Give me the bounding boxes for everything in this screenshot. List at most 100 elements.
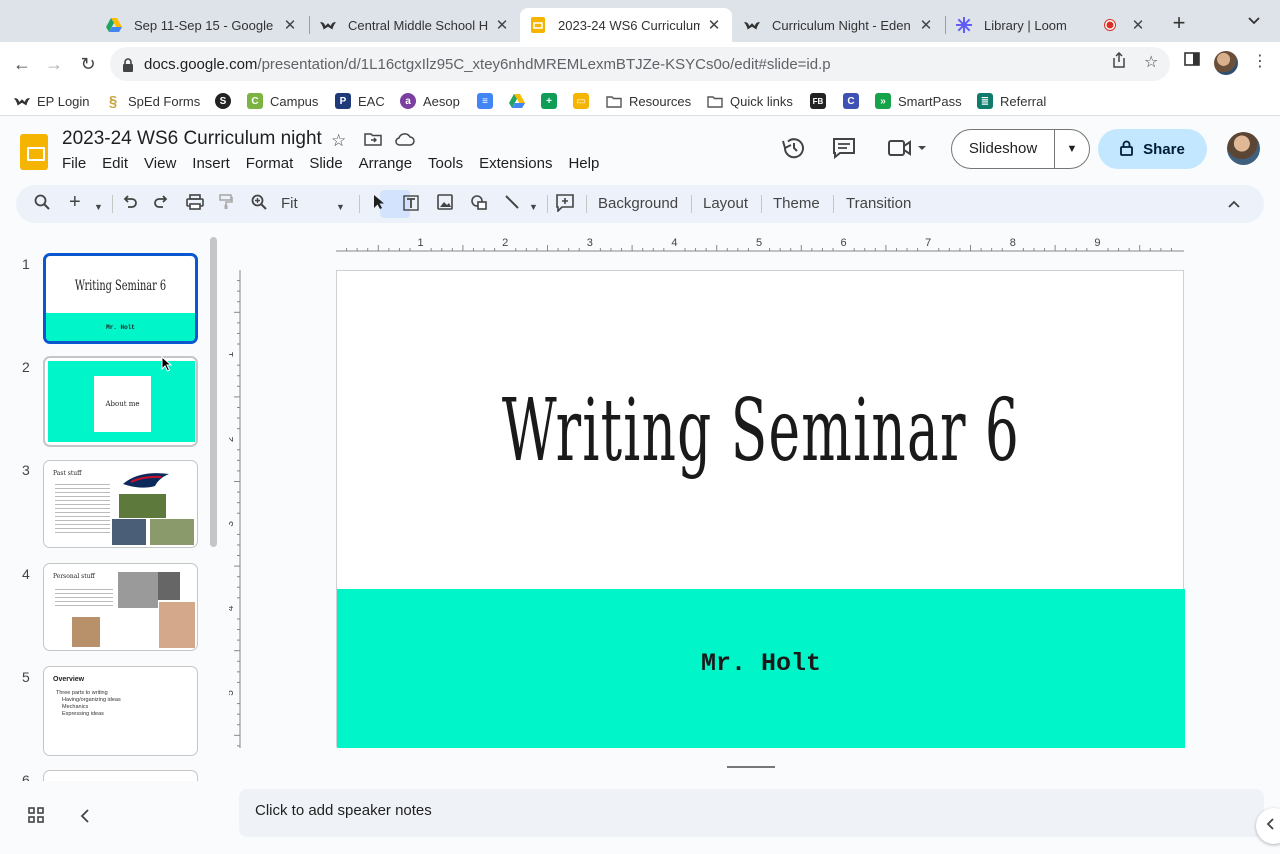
comments-icon[interactable] xyxy=(832,137,856,165)
transition-button[interactable]: Transition xyxy=(846,195,911,212)
print-icon[interactable] xyxy=(186,194,204,216)
ruler-label: 3 xyxy=(229,521,236,527)
google-docs-icon: ≡ xyxy=(477,93,493,109)
menu-tools[interactable]: Tools xyxy=(428,155,463,172)
bookmark-star-icon[interactable]: ☆ xyxy=(1144,52,1158,72)
image-icon[interactable] xyxy=(437,194,453,216)
chevron-down-icon[interactable]: ▼ xyxy=(529,197,538,217)
more-vert-icon[interactable]: ⋮ xyxy=(1252,51,1268,71)
menu-view[interactable]: View xyxy=(144,155,176,172)
new-tab-button[interactable]: + xyxy=(1168,12,1190,34)
share-button[interactable]: Share xyxy=(1098,129,1207,169)
side-panel-toggle[interactable] xyxy=(1256,808,1280,844)
bookmark-sped-forms[interactable]: § SpEd Forms xyxy=(105,90,200,112)
share-page-icon[interactable] xyxy=(1112,51,1126,73)
bookmark-google-drive[interactable] xyxy=(509,90,532,112)
side-panel-icon[interactable] xyxy=(1184,52,1200,71)
notes-resize-handle[interactable] xyxy=(727,766,775,768)
editing-toolbar: + ▼ Fit ▼ ▼ Background Layout Theme Tran… xyxy=(16,185,1264,223)
chevron-down-icon[interactable]: ▼ xyxy=(336,197,345,217)
chevron-down-icon[interactable]: ▼ xyxy=(1055,143,1089,155)
close-tab-icon[interactable]: ✕ xyxy=(282,16,298,34)
new-slide-icon[interactable]: + xyxy=(69,192,81,212)
browser-tab[interactable]: Library | Loom ✕ xyxy=(946,8,1156,42)
close-tab-icon[interactable]: ✕ xyxy=(918,16,934,34)
slideshow-button[interactable]: Slideshow ▼ xyxy=(951,129,1090,169)
browser-tab[interactable]: Sep 11-Sep 15 - Google D ✕ xyxy=(96,8,308,42)
document-title[interactable]: 2023-24 WS6 Curriculum night xyxy=(62,128,322,150)
bookmark-folder-quick-links[interactable]: Quick links xyxy=(707,90,793,112)
bookmark-smartpass[interactable]: » SmartPass xyxy=(875,90,962,112)
redo-icon[interactable] xyxy=(153,194,169,214)
reload-icon[interactable]: ↻ xyxy=(76,52,100,76)
undo-icon[interactable] xyxy=(122,194,138,214)
meet-camera-icon[interactable] xyxy=(887,137,927,165)
menu-arrange[interactable]: Arrange xyxy=(359,155,412,172)
text-box-icon[interactable] xyxy=(402,194,420,218)
chevron-up-icon[interactable] xyxy=(1228,194,1240,214)
version-history-icon[interactable] xyxy=(781,137,805,165)
bookmark-google-docs[interactable]: ≡ xyxy=(477,90,500,112)
slide-canvas[interactable]: Writing Seminar 6 Mr. Holt xyxy=(336,270,1185,748)
bookmark-google-sheets[interactable]: + xyxy=(541,90,564,112)
menu-slide[interactable]: Slide xyxy=(309,155,342,172)
layout-button[interactable]: Layout xyxy=(703,195,748,212)
menu-extensions[interactable]: Extensions xyxy=(479,155,552,172)
browser-tab-active[interactable]: 2023-24 WS6 Curriculum ✕ xyxy=(520,8,732,42)
bookmark-ep-login[interactable]: EP Login xyxy=(14,90,90,112)
browser-tab[interactable]: Central Middle School Ho ✕ xyxy=(310,8,520,42)
collapse-panel-icon[interactable] xyxy=(80,807,90,828)
slide-thumbnail-2[interactable]: About me xyxy=(43,356,198,447)
menu-file[interactable]: File xyxy=(62,155,86,172)
menu-insert[interactable]: Insert xyxy=(192,155,230,172)
bookmark-fb[interactable]: FB xyxy=(810,90,833,112)
browser-tab[interactable]: Curriculum Night - Eden F ✕ xyxy=(734,8,944,42)
slide-thumbnail-1[interactable]: Writing Seminar 6 Mr. Holt xyxy=(43,253,198,344)
grid-view-icon[interactable] xyxy=(28,807,44,828)
slide-subtitle[interactable]: Mr. Holt xyxy=(337,649,1185,678)
cloud-saved-icon[interactable] xyxy=(395,131,415,151)
filmstrip-scrollbar[interactable] xyxy=(210,237,217,547)
slide-thumbnail-5[interactable]: Overview Three parts to writing Having/o… xyxy=(43,666,198,756)
address-bar[interactable]: docs.google.com/presentation/d/1L16ctgxI… xyxy=(110,47,1170,81)
menu-help[interactable]: Help xyxy=(568,155,599,172)
paint-format-icon[interactable] xyxy=(219,194,233,216)
back-arrow-icon[interactable]: ← xyxy=(10,52,34,76)
bookmark-c[interactable]: C xyxy=(843,90,866,112)
close-tab-icon[interactable]: ✕ xyxy=(1130,16,1146,34)
bookmark-eac[interactable]: P EAC xyxy=(335,90,385,112)
chevron-down-icon[interactable]: ▼ xyxy=(94,197,103,217)
bookmark-referral[interactable]: ≣ Referral xyxy=(977,90,1046,112)
add-comment-icon[interactable] xyxy=(556,194,574,218)
close-tab-icon[interactable]: ✕ xyxy=(494,16,510,34)
toolbar-divider xyxy=(547,195,548,213)
shape-icon[interactable] xyxy=(470,194,488,216)
search-menus-icon[interactable] xyxy=(34,194,50,216)
slides-home-logo[interactable] xyxy=(20,134,48,170)
slide-thumbnail-4[interactable]: Personal stuff xyxy=(43,563,198,651)
chevron-down-icon[interactable] xyxy=(1248,14,1260,28)
forward-arrow-icon[interactable]: → xyxy=(42,52,66,76)
menu-edit[interactable]: Edit xyxy=(102,155,128,172)
bookmark-campus[interactable]: C Campus xyxy=(247,90,318,112)
account-avatar[interactable] xyxy=(1227,132,1260,165)
bookmark-google-slides[interactable]: ▭ xyxy=(573,90,596,112)
slide-thumbnail-6[interactable] xyxy=(43,770,198,781)
bookmark-aesop[interactable]: a Aesop xyxy=(400,90,460,112)
background-button[interactable]: Background xyxy=(598,195,678,212)
slide-thumbnail-3[interactable]: Past stuff xyxy=(43,460,198,548)
star-icon[interactable]: ☆ xyxy=(331,131,346,151)
profile-avatar[interactable] xyxy=(1214,51,1238,75)
close-tab-icon[interactable]: ✕ xyxy=(706,16,722,34)
zoom-icon[interactable] xyxy=(251,194,267,216)
theme-button[interactable]: Theme xyxy=(773,195,820,212)
move-folder-icon[interactable] xyxy=(364,131,382,151)
select-arrow-icon[interactable] xyxy=(372,194,386,216)
slide-title[interactable]: Writing Seminar 6 xyxy=(498,381,1024,481)
zoom-select[interactable]: Fit xyxy=(281,195,298,212)
speaker-notes[interactable]: Click to add speaker notes xyxy=(239,789,1264,837)
bookmark-folder-resources[interactable]: Resources xyxy=(606,90,691,112)
line-icon[interactable] xyxy=(504,194,520,216)
bookmark-s[interactable]: S xyxy=(215,90,238,112)
menu-format[interactable]: Format xyxy=(246,155,294,172)
